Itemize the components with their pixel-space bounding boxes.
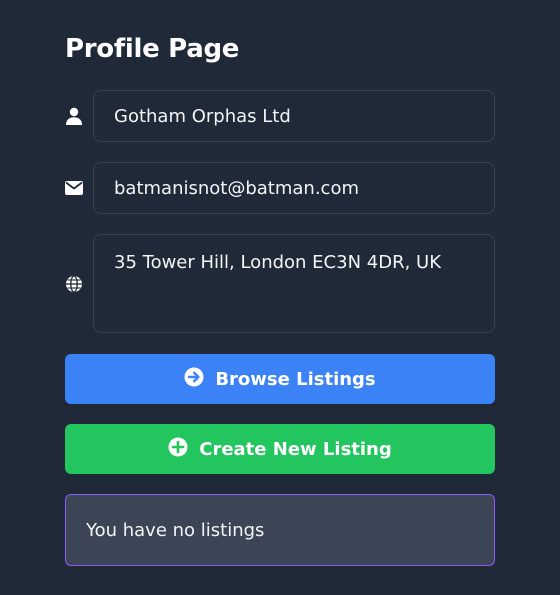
arrow-circle-right-icon: [184, 367, 204, 387]
plus-circle-icon: [168, 437, 188, 457]
name-field[interactable]: Gotham Orphas Ltd: [93, 90, 495, 142]
globe-icon: [65, 275, 83, 293]
browse-listings-label: Browse Listings: [215, 368, 376, 390]
browse-listings-button[interactable]: Browse Listings: [65, 354, 495, 404]
profile-panel: Profile Page Gotham Orphas Ltd batmanisn…: [0, 0, 560, 595]
create-listing-label: Create New Listing: [199, 438, 392, 460]
address-field[interactable]: 35 Tower Hill, London EC3N 4DR, UK: [93, 234, 495, 333]
name-row: Gotham Orphas Ltd: [65, 90, 495, 142]
email-row: batmanisnot@batman.com: [65, 162, 495, 214]
user-icon: [65, 107, 83, 125]
no-listings-notice: You have no listings: [65, 494, 495, 566]
no-listings-message: You have no listings: [86, 519, 265, 541]
envelope-icon: [65, 179, 83, 197]
email-field[interactable]: batmanisnot@batman.com: [93, 162, 495, 214]
page-title: Profile Page: [65, 34, 240, 64]
create-listing-button[interactable]: Create New Listing: [65, 424, 495, 474]
address-row: 35 Tower Hill, London EC3N 4DR, UK: [65, 234, 495, 333]
